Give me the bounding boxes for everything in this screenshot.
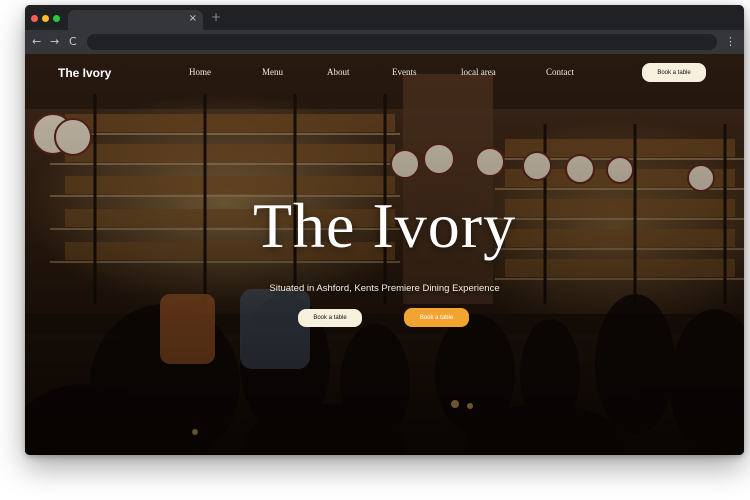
- page-viewport: The Ivory Home Menu About Events local a…: [25, 54, 744, 455]
- book-table-button[interactable]: Book a table: [298, 309, 362, 327]
- nav-menu[interactable]: Menu: [262, 67, 283, 77]
- nav-about[interactable]: About: [327, 67, 350, 77]
- browser-menu-icon[interactable]: ⋮: [725, 34, 736, 50]
- browser-tab-bar: × +: [25, 5, 744, 30]
- book-table-accent-button[interactable]: Book a table: [404, 308, 469, 327]
- browser-tab[interactable]: ×: [68, 10, 203, 30]
- site-navigation: The Ivory Home Menu About Events local a…: [25, 54, 744, 94]
- forward-arrow-icon[interactable]: →: [50, 34, 59, 50]
- nav-events[interactable]: Events: [392, 67, 417, 77]
- close-window-button[interactable]: [31, 15, 38, 22]
- hero-title: The Ivory: [252, 190, 517, 261]
- reload-icon[interactable]: C: [69, 34, 77, 50]
- nav-home[interactable]: Home: [189, 67, 211, 77]
- nav-contact[interactable]: Contact: [546, 67, 574, 77]
- browser-window: × + ← → C ⋮ The Ivory Home Menu About Ev…: [25, 5, 744, 455]
- book-table-header-button[interactable]: Book a table: [642, 63, 706, 82]
- address-bar[interactable]: [87, 34, 717, 50]
- new-tab-icon[interactable]: +: [211, 10, 221, 24]
- nav-local-area[interactable]: local area: [461, 67, 496, 77]
- back-arrow-icon[interactable]: ←: [32, 34, 41, 50]
- hero-subtitle: Situated in Ashford, Kents Premiere Dini…: [269, 283, 500, 294]
- site-logo[interactable]: The Ivory: [58, 66, 111, 80]
- browser-toolbar: ← → C ⋮: [25, 30, 744, 54]
- minimize-window-button[interactable]: [42, 15, 49, 22]
- maximize-window-button[interactable]: [53, 15, 60, 22]
- tab-close-icon[interactable]: ×: [189, 13, 197, 24]
